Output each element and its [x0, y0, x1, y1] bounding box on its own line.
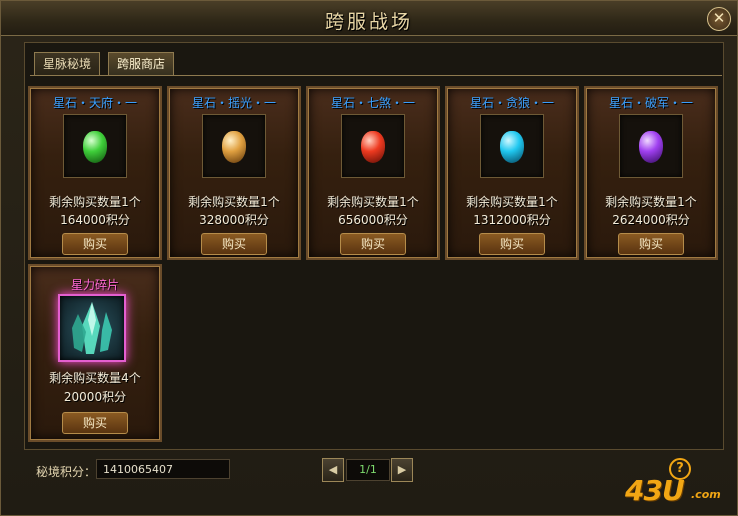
- logo-text: 43U: [625, 474, 685, 507]
- item-slot[interactable]: [63, 114, 127, 178]
- page-indicator: 1/1: [346, 459, 390, 481]
- item-name: 星石・摇光・一: [191, 96, 276, 110]
- shop-item-card: 星石・贪狼・一 剩余购买数量1个 1312000积分 购买: [445, 86, 579, 260]
- buy-button[interactable]: 购买: [201, 233, 267, 255]
- item-name: 星力碎片: [70, 278, 119, 292]
- tab-divider: [30, 75, 722, 76]
- remaining-quantity: 剩余购买数量1个: [188, 195, 280, 209]
- item-name: 星石・贪狼・一: [469, 96, 554, 110]
- buy-button[interactable]: 购买: [62, 233, 128, 255]
- buy-button[interactable]: 购买: [340, 233, 406, 255]
- remaining-quantity: 剩余购买数量1个: [605, 195, 697, 209]
- site-logo: ? 43U .com: [625, 458, 733, 510]
- close-icon[interactable]: ✕: [707, 7, 731, 31]
- item-name: 星石・七煞・一: [330, 96, 415, 110]
- title-bar: 跨服战场 ✕: [1, 1, 737, 36]
- score-value: 1410065407: [96, 459, 230, 479]
- red-gem-icon: [361, 131, 385, 163]
- item-price: 1312000积分: [473, 213, 551, 227]
- buy-button[interactable]: 购买: [618, 233, 684, 255]
- item-slot[interactable]: [202, 114, 266, 178]
- score-label: 秘境积分：: [36, 465, 97, 479]
- shop-item-card: 星石・摇光・一 剩余购买数量1个 328000积分 购买: [167, 86, 301, 260]
- shop-item-card: 星力碎片 剩余购买数量4个 20000积分 购买: [28, 264, 162, 442]
- item-slot[interactable]: [619, 114, 683, 178]
- item-price: 2624000积分: [612, 213, 690, 227]
- remaining-quantity: 剩余购买数量4个: [49, 371, 141, 385]
- item-price: 20000积分: [63, 390, 127, 404]
- buy-button[interactable]: 购买: [62, 412, 128, 434]
- item-name: 星石・天府・一: [52, 96, 137, 110]
- shop-item-card: 星石・破军・一 剩余购买数量1个 2624000积分 购买: [584, 86, 718, 260]
- shop-item-card: 星石・天府・一 剩余购买数量1个 164000积分 购买: [28, 86, 162, 260]
- next-page-button[interactable]: ▶: [391, 458, 413, 482]
- item-slot[interactable]: [480, 114, 544, 178]
- window-title: 跨服战场: [324, 11, 413, 33]
- star-shard-icon: [72, 302, 112, 354]
- remaining-quantity: 剩余购买数量1个: [49, 195, 141, 209]
- buy-button[interactable]: 购买: [479, 233, 545, 255]
- orange-gem-icon: [222, 131, 246, 163]
- item-price: 656000积分: [338, 213, 408, 227]
- shop-item-card: 星石・七煞・一 剩余购买数量1个 656000积分 购买: [306, 86, 440, 260]
- blue-gem-icon: [500, 131, 524, 163]
- prev-page-button[interactable]: ◀: [322, 458, 344, 482]
- remaining-quantity: 剩余购买数量1个: [466, 195, 558, 209]
- tab-star-vein-realm[interactable]: 星脉秘境: [34, 52, 101, 75]
- item-slot[interactable]: [341, 114, 405, 178]
- tab-cross-server-shop[interactable]: 跨服商店: [108, 52, 175, 75]
- item-price: 164000积分: [60, 213, 130, 227]
- item-name: 星石・破军・一: [608, 96, 693, 110]
- remaining-quantity: 剩余购买数量1个: [327, 195, 419, 209]
- green-gem-icon: [83, 131, 107, 163]
- logo-suffix: .com: [691, 488, 721, 501]
- item-price: 328000积分: [199, 213, 269, 227]
- item-slot[interactable]: [58, 294, 126, 362]
- purple-gem-icon: [639, 131, 663, 163]
